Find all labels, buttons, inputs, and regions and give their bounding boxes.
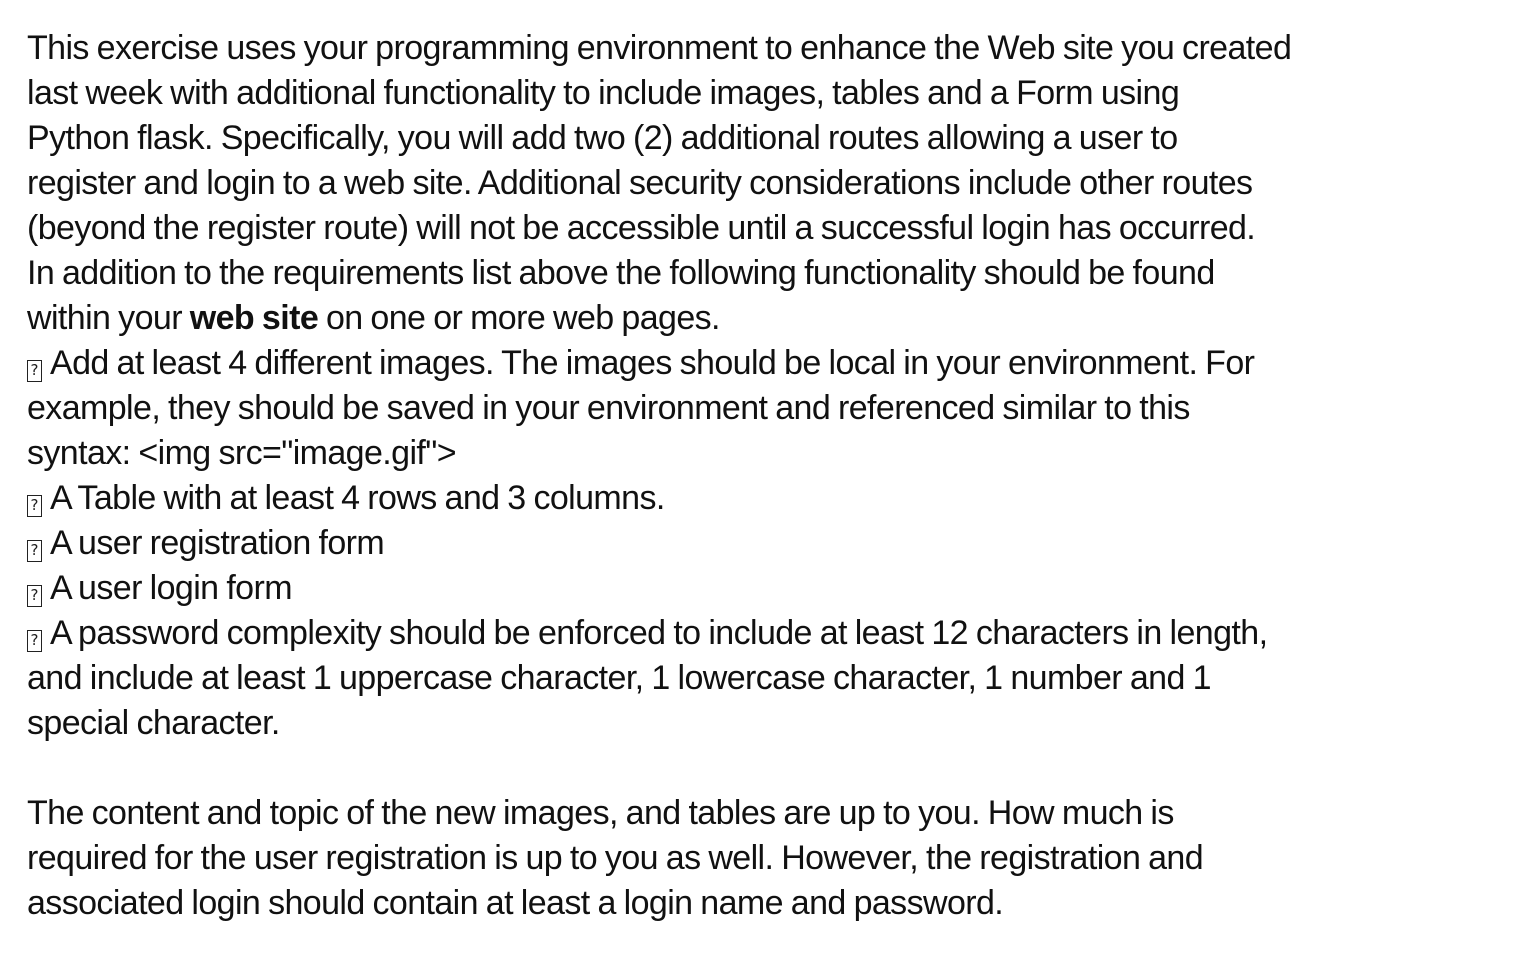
text-line: and include at least 1 uppercase charact… (27, 659, 1212, 697)
requirements-list: ? Add at least 4 different images. The im… (27, 341, 1517, 746)
text-fragment: A user registration form (50, 524, 385, 562)
missing-glyph-bullet-icon: ? (27, 630, 42, 652)
text-fragment: on one or more web pages. (318, 299, 721, 337)
list-item: ? A Table with at least 4 rows and 3 colu… (27, 476, 1517, 521)
list-item: ? A password complexity should be enforce… (27, 611, 1517, 746)
missing-glyph-bullet-icon: ? (27, 495, 42, 517)
text-line: ? A user registration form (27, 521, 1517, 566)
text-fragment: A password complexity should be enforced… (50, 614, 1268, 652)
text-line: In addition to the requirements list abo… (27, 254, 1215, 292)
missing-glyph-bullet-icon: ? (27, 585, 42, 607)
text-line: required for the user registration is up… (27, 839, 1204, 877)
bold-text-web-site: web site (189, 299, 319, 337)
text-line: within your web site on one or more web … (27, 296, 1517, 341)
text-line: register and login to a web site. Additi… (27, 164, 1253, 202)
text-line: (beyond the register route) will not be … (27, 209, 1256, 247)
text-line: This exercise uses your programming envi… (27, 29, 1292, 67)
intro-paragraph: This exercise uses your programming envi… (27, 26, 1517, 341)
text-fragment: A Table with at least 4 rows and 3 colum… (50, 479, 665, 517)
closing-paragraph: The content and topic of the new images,… (27, 791, 1517, 926)
list-item: ? A user login form (27, 566, 1517, 611)
text-line: Python flask. Specifically, you will add… (27, 119, 1178, 157)
text-fragment: A user login form (50, 569, 293, 607)
text-fragment: Add at least 4 different images. The ima… (50, 344, 1255, 382)
list-item: ? Add at least 4 different images. The im… (27, 341, 1517, 476)
text-line: special character. (27, 704, 280, 742)
text-line: associated login should contain at least… (27, 884, 1004, 922)
missing-glyph-bullet-icon: ? (27, 360, 42, 382)
text-line: ? A password complexity should be enforce… (27, 611, 1517, 656)
text-line: ? A user login form (27, 566, 1517, 611)
text-line: example, they should be saved in your en… (27, 389, 1190, 427)
text-line: ? Add at least 4 different images. The im… (27, 341, 1517, 386)
document-body: This exercise uses your programming envi… (27, 26, 1517, 926)
text-line: ? A Table with at least 4 rows and 3 colu… (27, 476, 1517, 521)
text-line: last week with additional functionality … (27, 74, 1180, 112)
text-line: syntax: <img src="image.gif"> (27, 434, 457, 472)
text-line: The content and topic of the new images,… (27, 794, 1174, 832)
text-fragment: within your (27, 299, 190, 337)
missing-glyph-bullet-icon: ? (27, 540, 42, 562)
list-item: ? A user registration form (27, 521, 1517, 566)
